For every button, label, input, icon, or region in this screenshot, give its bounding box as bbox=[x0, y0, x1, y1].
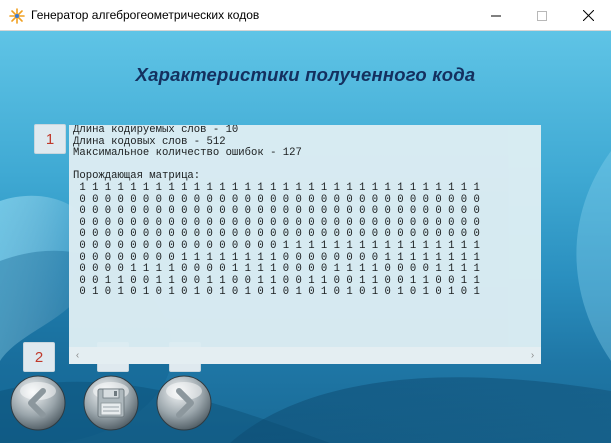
step-badge-1: 1 bbox=[34, 124, 66, 154]
scroll-right-arrow[interactable]: › bbox=[524, 347, 541, 364]
back-button[interactable] bbox=[10, 375, 66, 431]
page-heading: Характеристики полученного кода bbox=[135, 64, 476, 85]
matrix-row: 0 1 0 1 0 1 0 1 0 1 0 1 0 1 0 1 0 1 0 1 … bbox=[73, 286, 480, 299]
step-badge-2: 2 bbox=[23, 342, 55, 372]
info-line-code-word-length: Длина кодируемых слов - 10 bbox=[73, 125, 239, 136]
matrix-row: 1 1 1 1 1 1 1 1 1 1 1 1 1 1 1 1 1 1 1 1 … bbox=[73, 181, 480, 194]
sparkle-icon bbox=[9, 8, 25, 24]
minimize-button[interactable] bbox=[473, 0, 519, 31]
maximize-button[interactable] bbox=[519, 0, 565, 31]
scroll-track[interactable] bbox=[86, 351, 522, 360]
maximize-icon bbox=[537, 10, 547, 21]
title-bar: Генератор алгеброгеометрических кодов bbox=[0, 0, 611, 31]
close-button[interactable] bbox=[565, 0, 611, 31]
matrix-row: 0 0 0 0 0 0 0 0 0 0 0 0 0 0 0 0 1 1 1 1 … bbox=[73, 239, 480, 252]
code-info-text: Длина кодируемых слов - 10 Длина кодовых … bbox=[73, 125, 480, 299]
forward-button[interactable] bbox=[156, 375, 212, 431]
save-button[interactable] bbox=[83, 375, 139, 431]
floppy-disk-icon bbox=[97, 388, 125, 418]
window-title: Генератор алгеброгеометрических кодов bbox=[31, 8, 260, 22]
matrix-row: 0 0 0 0 1 1 1 1 0 0 0 0 1 1 1 1 0 0 0 0 … bbox=[73, 263, 480, 276]
horizontal-scrollbar[interactable]: ‹ › bbox=[69, 347, 541, 364]
scroll-left-arrow[interactable]: ‹ bbox=[69, 347, 86, 364]
client-area: Характеристики полученного кода 1 2 3 4 … bbox=[0, 31, 611, 443]
code-info-textbox[interactable]: Длина кодируемых слов - 10 Длина кодовых … bbox=[69, 125, 541, 362]
matrix-row: 0 0 0 0 0 0 0 0 0 0 0 0 0 0 0 0 0 0 0 0 … bbox=[73, 205, 480, 218]
info-line-max-errors: Максимальное количество ошибок - 127 bbox=[73, 147, 302, 160]
close-icon bbox=[582, 10, 594, 21]
minimize-icon bbox=[491, 15, 501, 16]
